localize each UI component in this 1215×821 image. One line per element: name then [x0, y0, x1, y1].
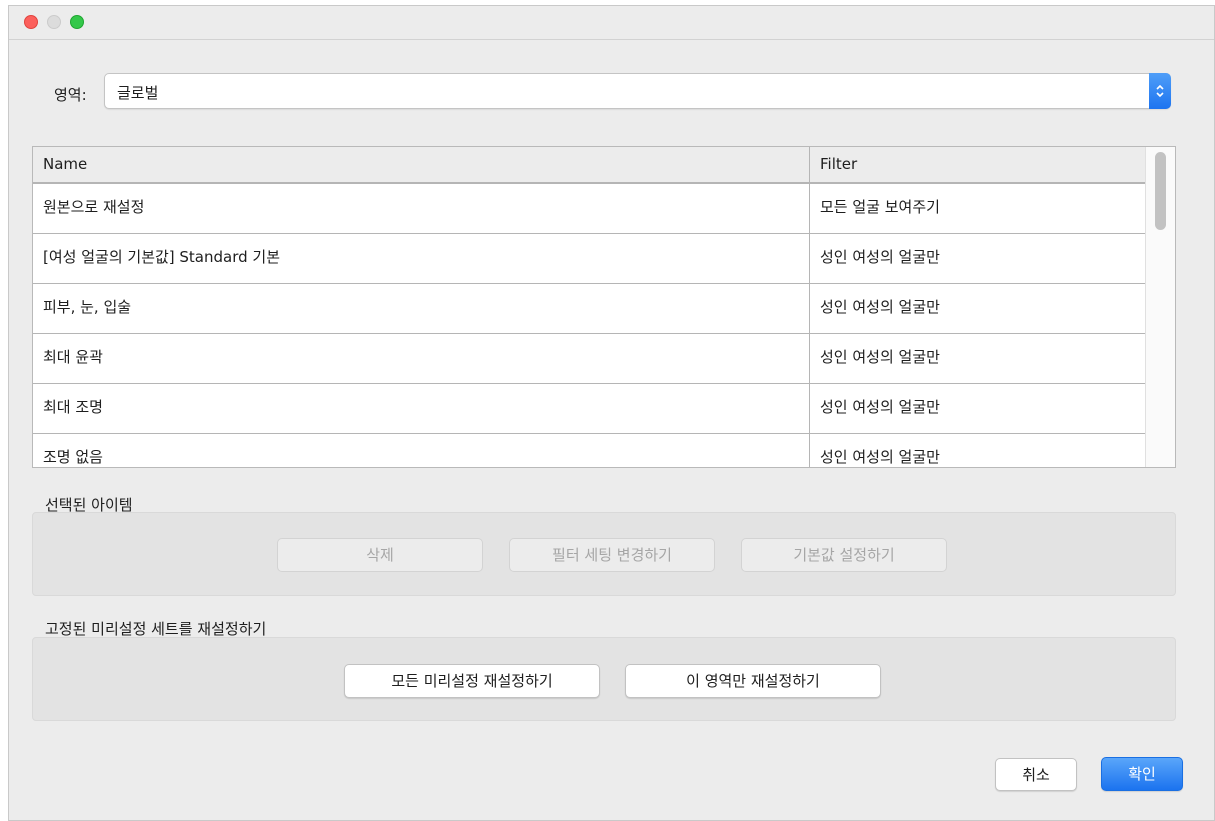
table-row[interactable]: 최대 조명 성인 여성의 얼굴만	[33, 384, 1145, 434]
set-default-button[interactable]: 기본값 설정하기	[741, 538, 947, 572]
reset-all-presets-button[interactable]: 모든 미리설정 재설정하기	[344, 664, 600, 698]
cell-name: 최대 조명	[33, 384, 810, 433]
table-row[interactable]: 최대 윤곽 성인 여성의 얼굴만	[33, 334, 1145, 384]
region-select-value: 글로벌	[117, 84, 159, 102]
preset-table: Name Filter 원본으로 재설정 모든 얼굴 보여주기 [여성 얼굴의 …	[32, 146, 1176, 468]
cell-filter: 성인 여성의 얼굴만	[820, 298, 940, 316]
table-header: Name Filter	[33, 147, 1145, 184]
cell-filter: 성인 여성의 얼굴만	[820, 398, 940, 416]
reset-presets-title: 고정된 미리설정 세트를 재설정하기	[45, 620, 267, 638]
zoom-button[interactable]	[70, 15, 84, 29]
reset-region-button[interactable]: 이 영역만 재설정하기	[625, 664, 881, 698]
minimize-button[interactable]	[47, 15, 61, 29]
cell-filter: 성인 여성의 얼굴만	[820, 348, 940, 366]
cell-name: 조명 없음	[33, 434, 810, 467]
delete-button[interactable]: 삭제	[277, 538, 483, 572]
close-button[interactable]	[24, 15, 38, 29]
title-bar	[9, 6, 1214, 40]
cancel-button[interactable]: 취소	[995, 758, 1077, 791]
ok-button[interactable]: 확인	[1101, 757, 1183, 791]
chevron-updown-icon[interactable]	[1149, 73, 1171, 109]
change-filter-button[interactable]: 필터 세팅 변경하기	[509, 538, 715, 572]
cell-name: 원본으로 재설정	[33, 184, 810, 233]
cell-name: 피부, 눈, 입술	[33, 284, 810, 333]
scrollbar-thumb[interactable]	[1155, 152, 1166, 230]
table-body: 원본으로 재설정 모든 얼굴 보여주기 [여성 얼굴의 기본값] Standar…	[33, 184, 1145, 467]
region-label: 영역:	[54, 86, 87, 104]
table-scrollbar[interactable]	[1145, 147, 1175, 467]
selected-items-group: 삭제 필터 세팅 변경하기 기본값 설정하기	[32, 512, 1176, 596]
cell-filter: 성인 여성의 얼굴만	[820, 248, 940, 266]
cell-name: [여성 얼굴의 기본값] Standard 기본	[33, 234, 810, 283]
column-header-name[interactable]: Name	[33, 147, 810, 182]
table-row[interactable]: 피부, 눈, 입술 성인 여성의 얼굴만	[33, 284, 1145, 334]
cell-name: 최대 윤곽	[33, 334, 810, 383]
table-row[interactable]: [여성 얼굴의 기본값] Standard 기본 성인 여성의 얼굴만	[33, 234, 1145, 284]
cell-filter: 성인 여성의 얼굴만	[820, 448, 940, 466]
table-row[interactable]: 조명 없음 성인 여성의 얼굴만	[33, 434, 1145, 467]
cell-filter: 모든 얼굴 보여주기	[820, 198, 940, 216]
table-row[interactable]: 원본으로 재설정 모든 얼굴 보여주기	[33, 184, 1145, 234]
column-header-filter[interactable]: Filter	[810, 147, 1145, 182]
reset-presets-group: 모든 미리설정 재설정하기 이 영역만 재설정하기	[32, 637, 1176, 721]
region-select[interactable]: 글로벌	[104, 73, 1171, 109]
